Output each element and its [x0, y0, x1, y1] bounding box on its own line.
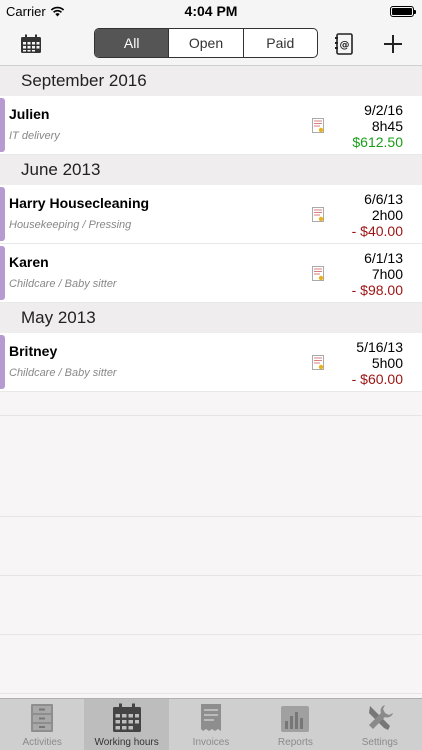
tools-icon: [368, 705, 393, 730]
tab-label: Settings: [361, 737, 398, 748]
item-date: 6/6/13: [364, 191, 403, 207]
item-duration: 8h45: [371, 118, 403, 134]
accent-bar: [0, 187, 5, 241]
plus-icon: [384, 35, 402, 53]
invoice-document-icon: [312, 355, 324, 370]
tab-label: Activities: [22, 737, 62, 748]
item-date: 9/2/16: [364, 102, 403, 118]
invoice-document-icon: [312, 118, 324, 133]
item-category: Childcare / Baby sitter: [9, 278, 117, 290]
item-amount: - $40.00: [351, 223, 403, 239]
battery-icon: [390, 6, 416, 17]
item-duration: 2h00: [371, 207, 403, 223]
section-header: September 2016: [0, 66, 422, 96]
item-amount: $612.50: [352, 134, 403, 150]
tab-reports[interactable]: Reports: [253, 699, 337, 750]
accent-bar: [0, 335, 5, 389]
calendar-button[interactable]: [16, 30, 46, 58]
item-amount: - $98.00: [351, 282, 403, 298]
tab-bar: Activities Working hours Invoices Report…: [0, 698, 422, 750]
list-item[interactable]: Karen Childcare / Baby sitter 6/1/13 7h0…: [0, 244, 422, 303]
invoice-document-icon: [312, 207, 324, 222]
invoice-icon: [201, 704, 222, 731]
item-name: Harry Housecleaning: [9, 195, 150, 211]
cabinet-icon: [31, 704, 54, 732]
add-button[interactable]: [378, 30, 408, 58]
tab-label: Working hours: [94, 737, 159, 748]
tab-label: Reports: [277, 737, 313, 748]
item-duration: 7h00: [371, 266, 403, 282]
tab-label: Invoices: [192, 737, 230, 748]
status-time: 4:04 PM: [184, 3, 238, 19]
section-header: June 2013: [0, 155, 422, 185]
item-amount: - $60.00: [351, 371, 403, 387]
list-item[interactable]: Harry Housecleaning Housekeeping / Press…: [0, 185, 422, 244]
segment-paid[interactable]: Paid: [242, 29, 317, 57]
bar-chart-icon: [281, 706, 310, 732]
nav-bar: All Open Paid @: [0, 22, 422, 66]
item-category: Housekeeping / Pressing: [9, 219, 132, 231]
svg-text:@: @: [340, 40, 350, 51]
section-header: May 2013: [0, 303, 422, 333]
address-book-button[interactable]: @: [329, 30, 359, 58]
item-category: Childcare / Baby sitter: [9, 367, 117, 379]
accent-bar: [0, 98, 5, 152]
invoice-document-icon: [312, 266, 324, 281]
address-book-icon: @: [335, 33, 353, 55]
tab-working-hours[interactable]: Working hours: [84, 699, 169, 750]
segment-all[interactable]: All: [95, 29, 169, 57]
item-category: IT delivery: [9, 130, 60, 142]
item-date: 6/1/13: [364, 250, 403, 266]
working-hours-list[interactable]: September 2016 Julien IT delivery 9/2/16…: [0, 66, 422, 698]
filter-segmented-control: All Open Paid: [94, 28, 318, 58]
item-name: Karen: [9, 254, 49, 270]
item-date: 5/16/13: [356, 339, 403, 355]
item-duration: 5h00: [371, 355, 403, 371]
tab-activities[interactable]: Activities: [0, 699, 84, 750]
tab-invoices[interactable]: Invoices: [169, 699, 253, 750]
status-bar: Carrier 4:04 PM: [0, 0, 422, 22]
item-name: Julien: [9, 106, 50, 122]
segment-open[interactable]: Open: [168, 29, 242, 57]
list-item[interactable]: Julien IT delivery 9/2/16 8h45 $612.50: [0, 96, 422, 155]
calendar-icon: [112, 703, 141, 732]
calendar-icon: [21, 34, 41, 53]
list-item[interactable]: Britney Childcare / Baby sitter 5/16/13 …: [0, 333, 422, 392]
accent-bar: [0, 246, 5, 300]
tab-settings[interactable]: Settings: [338, 699, 422, 750]
item-name: Britney: [9, 343, 58, 359]
